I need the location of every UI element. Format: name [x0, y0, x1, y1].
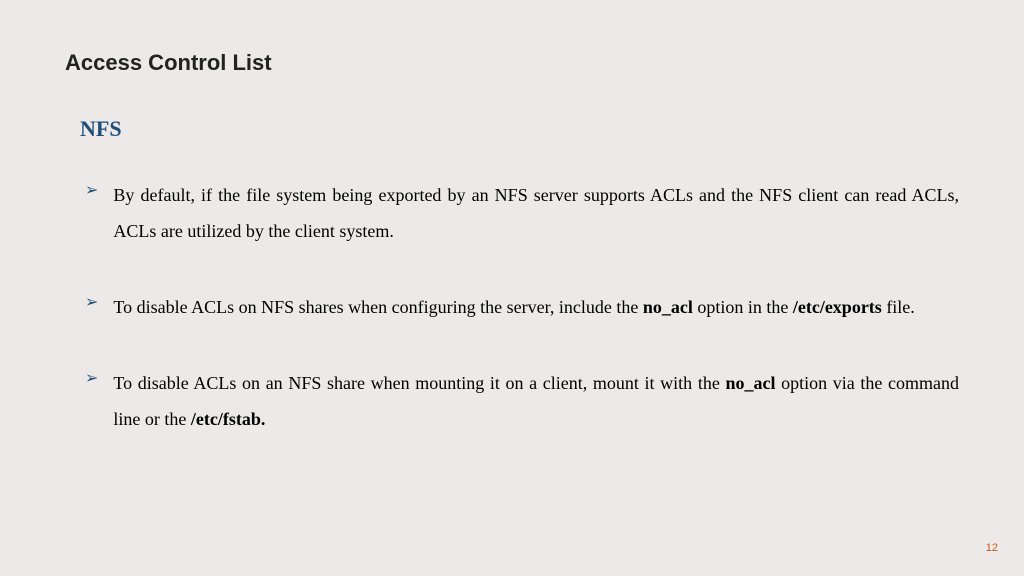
text-segment: To disable ACLs on NFS shares when confi…: [113, 297, 642, 317]
list-item: ➢ To disable ACLs on NFS shares when con…: [85, 289, 959, 325]
text-bold: /etc/fstab.: [191, 409, 265, 429]
list-item: ➢ To disable ACLs on an NFS share when m…: [85, 365, 959, 437]
list-item: ➢ By default, if the file system being e…: [85, 177, 959, 249]
text-bold: no_acl: [725, 373, 775, 393]
text-segment: option in the: [693, 297, 793, 317]
text-segment: To disable ACLs on an NFS share when mou…: [113, 373, 725, 393]
bullet-text: To disable ACLs on NFS shares when confi…: [113, 289, 914, 325]
chevron-right-icon: ➢: [85, 177, 98, 206]
section-heading: NFS: [80, 116, 959, 142]
page-title: Access Control List: [65, 50, 959, 76]
chevron-right-icon: ➢: [85, 289, 98, 318]
text-bold: no_acl: [643, 297, 693, 317]
bullet-text: To disable ACLs on an NFS share when mou…: [113, 365, 959, 437]
page-number: 12: [986, 542, 998, 554]
text-segment: By default, if the file system being exp…: [113, 185, 959, 241]
bullet-text: By default, if the file system being exp…: [113, 177, 959, 249]
chevron-right-icon: ➢: [85, 365, 98, 394]
bullet-list: ➢ By default, if the file system being e…: [65, 177, 959, 437]
text-bold: /etc/exports: [793, 297, 882, 317]
text-segment: file.: [882, 297, 915, 317]
